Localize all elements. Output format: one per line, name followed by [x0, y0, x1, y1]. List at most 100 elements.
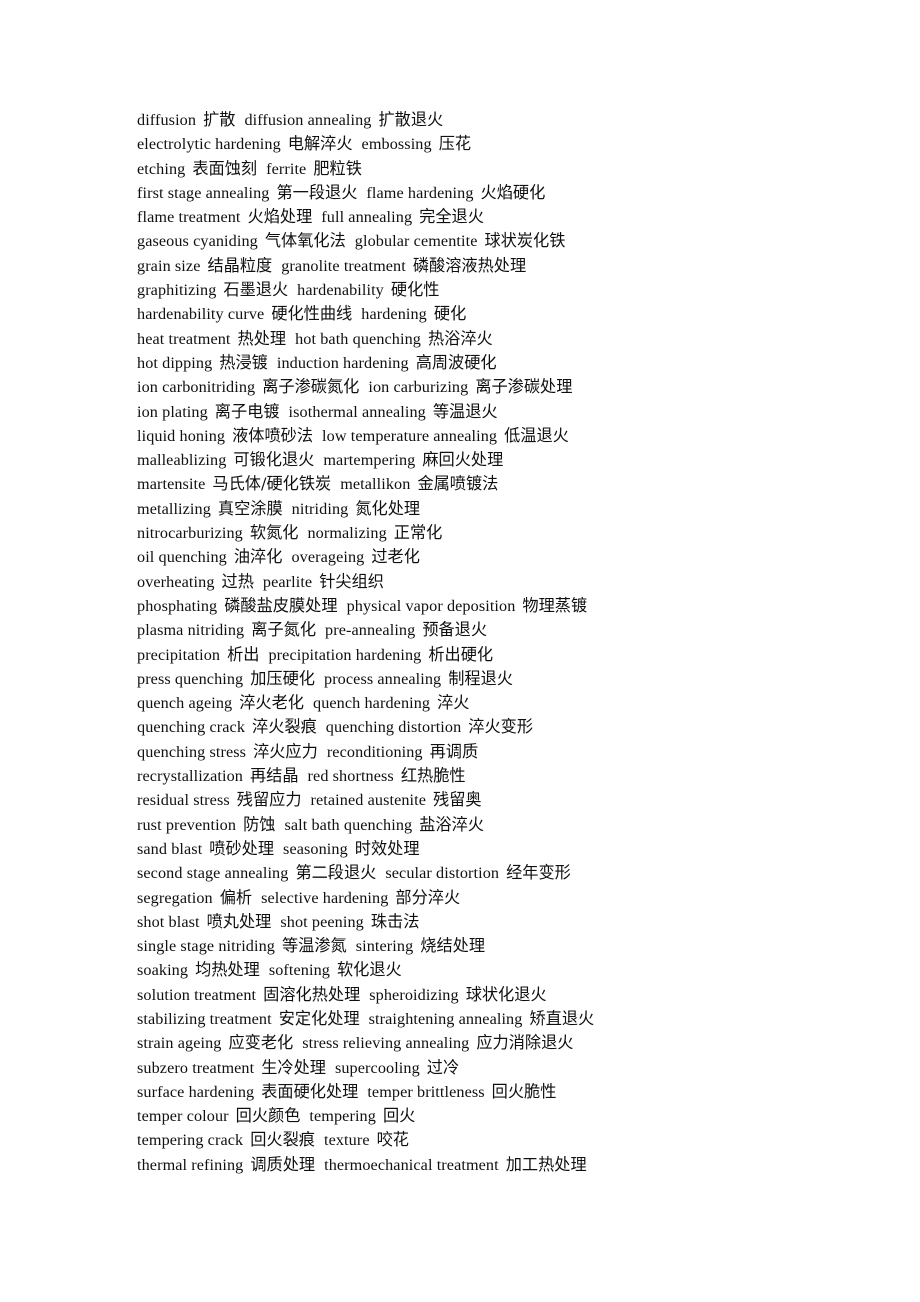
- glossary-gloss-chinese: 过冷: [426, 1057, 460, 1077]
- glossary-term-english: isothermal annealing: [288, 402, 426, 421]
- glossary-term-english: grain size: [137, 256, 201, 275]
- glossary-line: overheating 过热 pearlite 针尖组织: [137, 570, 797, 594]
- glossary-gloss-chinese: 电解淬火: [287, 134, 353, 154]
- glossary-gloss-chinese: 离子渗碳氮化: [262, 377, 360, 397]
- glossary-term-english: softening: [268, 961, 330, 980]
- glossary-gloss-chinese: 等温退火: [432, 401, 498, 421]
- glossary-term-english: straightening annealing: [368, 1009, 523, 1028]
- glossary-gloss-chinese: 结晶粒度: [207, 255, 273, 275]
- glossary-line: quenching stress 淬火应力 reconditioning 再调质: [137, 740, 797, 764]
- glossary-term-english: soaking: [137, 961, 189, 980]
- glossary-term-english: retained austenite: [310, 791, 427, 810]
- glossary-line: oil quenching 油淬化 overageing 过老化: [137, 545, 797, 569]
- glossary-gloss-chinese: 氮化处理: [355, 498, 421, 518]
- glossary-term-english: quench hardening: [313, 694, 431, 713]
- glossary-term-english: etching: [137, 159, 186, 178]
- glossary-line: etching 表面蚀刻 ferrite 肥粒铁: [137, 157, 797, 181]
- glossary-gloss-chinese: 喷砂处理: [209, 838, 275, 858]
- glossary-line: plasma nitriding 离子氮化 pre-annealing 预备退火: [137, 618, 797, 642]
- glossary-line: temper colour 回火颜色 tempering 回火: [137, 1104, 797, 1128]
- glossary-line: precipitation 析出 precipitation hardening 析出…: [137, 643, 797, 667]
- glossary-gloss-chinese: 麻回火处理: [422, 450, 504, 470]
- glossary-gloss-chinese: 过老化: [371, 547, 420, 567]
- glossary-term-english: press quenching: [137, 669, 244, 688]
- glossary-gloss-chinese: 过热: [221, 571, 254, 591]
- glossary-term-english: granolite treatment: [281, 256, 406, 275]
- glossary-line: ion plating 离子电镀 isothermal annealing 等温退火: [137, 400, 797, 424]
- glossary-line: recrystallization 再结晶 red shortness 红热脆性: [137, 764, 797, 788]
- glossary-term-english: reconditioning: [326, 742, 423, 761]
- glossary-term-english: salt bath quenching: [284, 815, 413, 834]
- glossary-gloss-chinese: 均热处理: [195, 960, 260, 980]
- glossary-line: flame treatment 火焰处理 full annealing 完全退火: [137, 205, 797, 229]
- glossary-gloss-chinese: 真空涂膜: [217, 498, 283, 518]
- glossary-gloss-chinese: 应变老化: [228, 1033, 294, 1053]
- glossary-gloss-chinese: 制程退火: [448, 668, 513, 688]
- glossary-line: press quenching 加压硬化 process annealing 制程退火: [137, 667, 797, 691]
- glossary-gloss-chinese: 调质处理: [250, 1154, 316, 1174]
- glossary-line: single stage nitriding 等温渗氮 sintering 烧结处理: [137, 934, 797, 958]
- glossary-gloss-chinese: 第二段退火: [295, 863, 377, 883]
- glossary-line: grain size 结晶粒度 granolite treatment 磷酸溶液热处理: [137, 254, 797, 278]
- glossary-term-english: heat treatment: [137, 329, 231, 348]
- glossary-line: ion carbonitriding 离子渗碳氮化 ion carburizing 离…: [137, 375, 797, 399]
- glossary-term-english: embossing: [361, 135, 432, 154]
- glossary-term-english: strain ageing: [137, 1034, 222, 1053]
- glossary-gloss-chinese: 热浴淬火: [427, 328, 493, 348]
- glossary-gloss-chinese: 回火颜色: [235, 1106, 301, 1126]
- glossary-term-english: physical vapor deposition: [346, 596, 516, 615]
- glossary-gloss-chinese: 压花: [438, 134, 472, 154]
- glossary-gloss-chinese: 固溶化热处理: [263, 984, 361, 1004]
- glossary-term-english: gaseous cyaniding: [137, 232, 258, 251]
- glossary-term-english: diffusion annealing: [244, 111, 372, 129]
- glossary-gloss-chinese: 等温渗氮: [281, 936, 347, 956]
- glossary-line: soaking 均热处理 softening 软化退火: [137, 958, 797, 982]
- glossary-line: metallizing 真空涂膜 nitriding 氮化处理: [137, 497, 797, 521]
- glossary-term-english: normalizing: [307, 524, 387, 543]
- glossary-gloss-chinese: 硬化性: [390, 280, 440, 300]
- glossary-term-english: precipitation: [137, 645, 221, 664]
- glossary-line: quenching crack 淬火裂痕 quenching distortion 淬…: [137, 715, 797, 739]
- glossary-gloss-chinese: 残留应力: [236, 790, 302, 810]
- glossary-gloss-chinese: 烧结处理: [420, 936, 486, 956]
- glossary-line: stabilizing treatment 安定化处理 straightening …: [137, 1007, 797, 1031]
- glossary-term-english: seasoning: [283, 839, 348, 858]
- glossary-gloss-chinese: 淬火变形: [468, 717, 534, 737]
- glossary-line: sand blast 喷砂处理 seasoning 时效处理: [137, 837, 797, 861]
- glossary-term-english: nitrocarburizing: [137, 524, 243, 543]
- glossary-term-english: malleablizing: [137, 451, 227, 470]
- glossary-term-english: hardenability curve: [137, 305, 265, 324]
- glossary-gloss-chinese: 淬火老化: [239, 693, 304, 713]
- glossary-term-english: sand blast: [137, 839, 203, 858]
- glossary-gloss-chinese: 加工热处理: [505, 1154, 587, 1174]
- glossary-term-english: supercooling: [334, 1058, 420, 1077]
- glossary-term-english: texture: [323, 1131, 370, 1150]
- glossary-term-english: globular cementite: [354, 232, 478, 251]
- glossary-gloss-chinese: 安定化处理: [278, 1008, 360, 1028]
- glossary-gloss-chinese: 再结晶: [249, 766, 299, 786]
- glossary-gloss-chinese: 再调质: [429, 741, 479, 761]
- glossary-gloss-chinese: 磷酸溶液热处理: [412, 255, 527, 275]
- glossary-gloss-chinese: 正常化: [393, 523, 443, 543]
- glossary-gloss-chinese: 经年变形: [506, 863, 571, 883]
- glossary-term-english: oil quenching: [137, 548, 227, 567]
- glossary-term-english: quench ageing: [137, 694, 233, 713]
- glossary-line: subzero treatment 生冷处理 supercooling 过冷: [137, 1056, 797, 1080]
- glossary-term-english: hot bath quenching: [295, 329, 421, 348]
- glossary-term-english: recrystallization: [137, 767, 243, 786]
- glossary-gloss-chinese: 防蚀: [243, 814, 276, 834]
- glossary-term-english: tempering: [309, 1107, 376, 1126]
- glossary-term-english: first stage annealing: [137, 183, 270, 202]
- glossary-term-english: solution treatment: [137, 985, 257, 1004]
- glossary-line: quench ageing 淬火老化 quench hardening 淬火: [137, 691, 797, 715]
- glossary-gloss-chinese: 球状化退火: [465, 984, 547, 1004]
- glossary-gloss-chinese: 高周波硬化: [415, 352, 497, 372]
- glossary-term-english: pre-annealing: [325, 621, 416, 640]
- glossary-gloss-chinese: 金属喷镀法: [417, 474, 499, 494]
- glossary-term-english: martensite: [137, 475, 206, 494]
- glossary-term-english: secular distortion: [385, 864, 500, 883]
- glossary-line: malleablizing 可锻化退火 martempering 麻回火处理: [137, 448, 797, 472]
- glossary-gloss-chinese: 矫直退火: [529, 1008, 595, 1028]
- glossary-gloss-chinese: 低温退火: [504, 425, 569, 445]
- glossary-term-english: selective hardening: [261, 888, 389, 907]
